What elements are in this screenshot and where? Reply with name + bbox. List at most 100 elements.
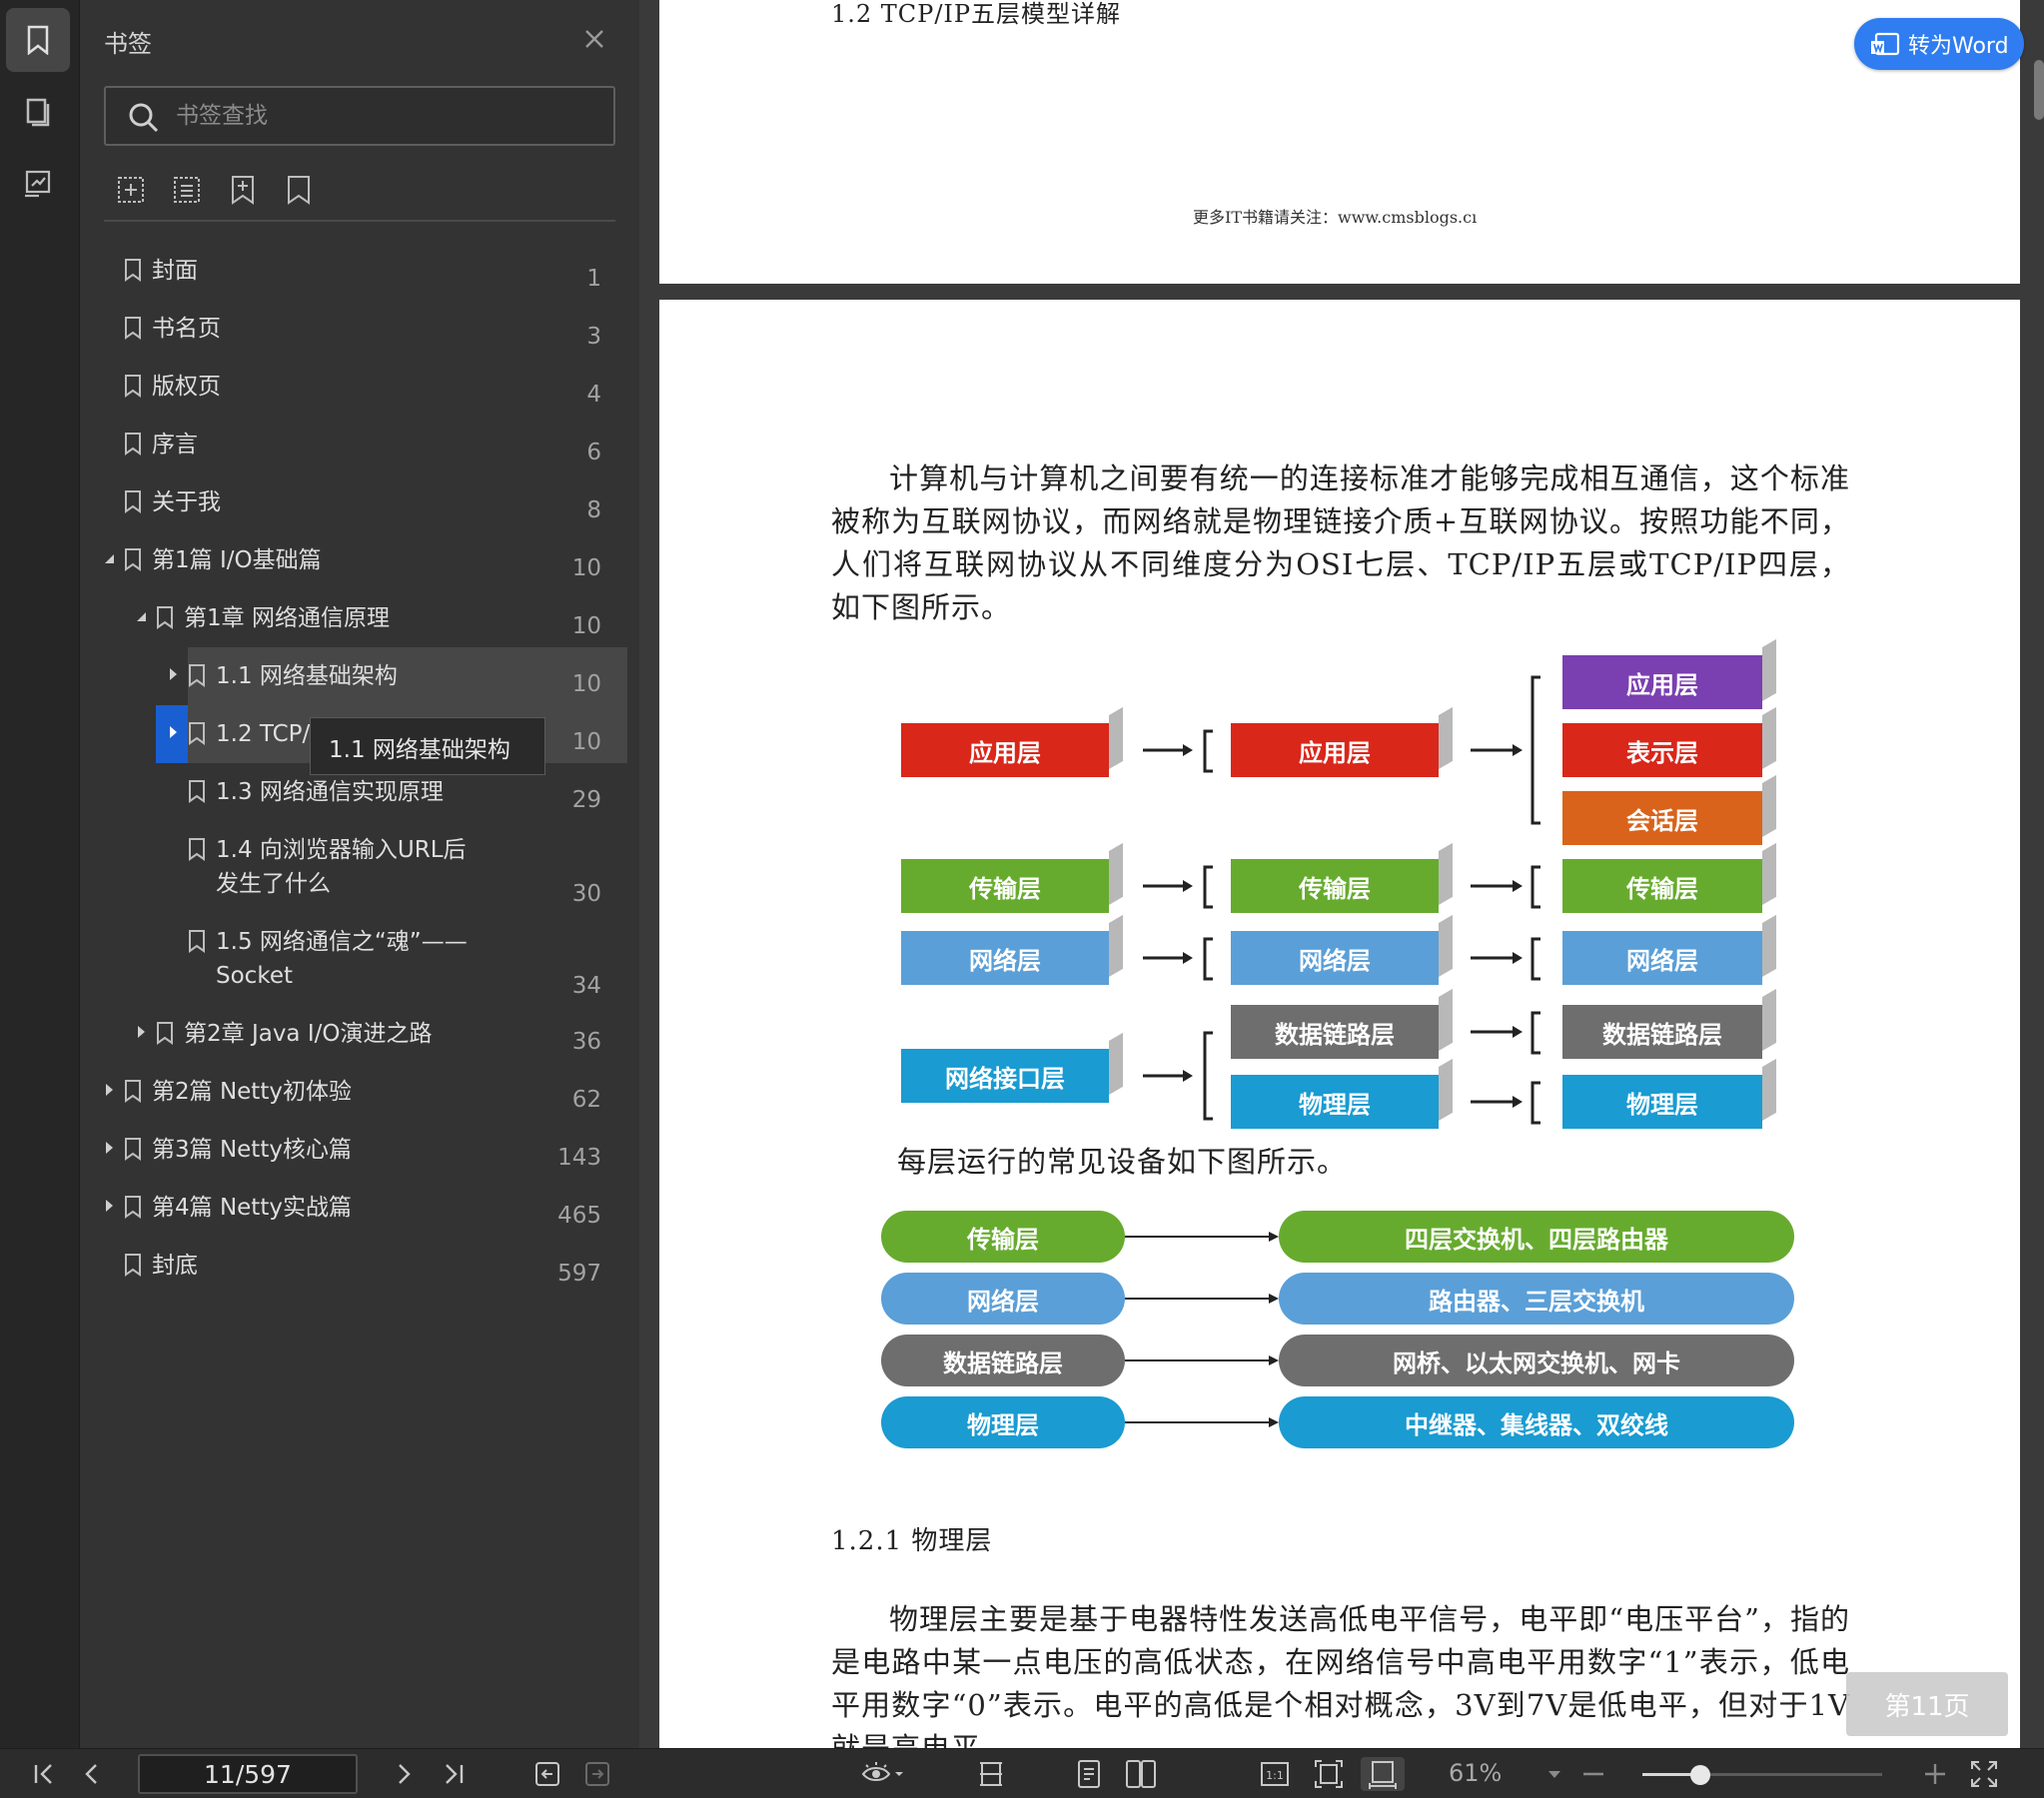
annotation-tab-icon[interactable] xyxy=(6,152,70,216)
bookmark-item[interactable]: 1.4 向浏览器输入URL后 发生了什么 30 xyxy=(80,833,627,917)
bookmark-item[interactable]: 版权页 4 xyxy=(80,370,627,410)
bookmark-item[interactable]: 第2篇 Netty初体验 62 xyxy=(80,1075,627,1115)
bookmark-label: 1.2 TCP/ xyxy=(216,717,310,751)
thumbnail-tab-icon[interactable] xyxy=(6,80,70,144)
prev-page-icon[interactable] xyxy=(72,1757,112,1791)
bookmark-icon xyxy=(189,722,205,745)
bookmark-item[interactable]: 封面 1 xyxy=(80,254,627,294)
convert-to-word-button[interactable]: 转为Word xyxy=(1854,18,2024,70)
bookmark-icon xyxy=(189,780,205,803)
bookmark-item[interactable]: 序言 6 xyxy=(80,428,627,467)
zoom-out-icon[interactable] xyxy=(1578,1757,1608,1791)
word-convert-icon xyxy=(1871,32,1900,56)
collapse-all-icon[interactable] xyxy=(170,172,204,208)
bookmark-page-number: 10 xyxy=(571,671,601,697)
fit-page-icon[interactable] xyxy=(1309,1757,1349,1791)
bookmark-label-line: 封面 xyxy=(152,258,198,284)
page-10: 1.2 TCP/IP五层模型详解 更多IT书籍请关注：www.cmsblogs.… xyxy=(659,0,2020,284)
bookmark-search[interactable] xyxy=(104,86,615,146)
bookmark-icon xyxy=(189,930,205,953)
bookmark-icon xyxy=(125,375,141,398)
bookmark-label-line: 1.2 TCP/ xyxy=(216,721,311,747)
bookmark-tab-icon[interactable] xyxy=(6,8,70,72)
add-bookmark-icon[interactable] xyxy=(226,172,260,208)
panel-scroll-gutter[interactable] xyxy=(639,0,659,1748)
bookmark-item[interactable]: 关于我 8 xyxy=(80,485,627,525)
bookmark-item[interactable]: 书名页 3 xyxy=(80,312,627,352)
bookmark-page-number: 29 xyxy=(571,787,601,813)
bookmark-label-line: 发生了什么 xyxy=(216,871,331,897)
collapse-arrow-icon[interactable] xyxy=(134,609,148,623)
expand-all-icon[interactable] xyxy=(114,172,148,208)
bookmark-item[interactable]: 第3篇 Netty核心篇 143 xyxy=(80,1133,627,1173)
bookmark-label: 第2章 Java I/O演进之路 xyxy=(184,1017,432,1051)
bookmark-label: 版权页 xyxy=(152,370,221,404)
bookmark-label-line: 第2章 Java I/O演进之路 xyxy=(184,1021,433,1047)
bookmark-label-line: 书名页 xyxy=(152,316,221,342)
tooltip: 1.1 网络基础架构 xyxy=(310,717,545,775)
bookmark-item[interactable]: 第1篇 I/O基础篇 10 xyxy=(80,543,627,583)
bookmark-label: 书名页 xyxy=(152,312,221,346)
close-icon[interactable] xyxy=(577,22,611,56)
collapse-arrow-icon[interactable] xyxy=(102,551,116,565)
expand-arrow-icon[interactable] xyxy=(134,1025,148,1039)
zoom-slider[interactable] xyxy=(1642,1765,1882,1785)
bookmark-label: 序言 xyxy=(152,428,198,461)
expand-arrow-icon[interactable] xyxy=(102,1199,116,1213)
first-page-icon[interactable] xyxy=(24,1757,64,1791)
zoom-in-icon[interactable] xyxy=(1920,1757,1950,1791)
arrow-head xyxy=(1269,1232,1279,1242)
bookmark-item[interactable]: 第4篇 Netty实战篇 465 xyxy=(80,1191,627,1231)
expand-arrow-icon[interactable] xyxy=(166,667,180,681)
eye-care-icon[interactable] xyxy=(857,1757,907,1791)
bookmark-item[interactable]: 第2章 Java I/O演进之路 36 xyxy=(80,1017,627,1057)
bookmark-item[interactable]: 第1章 网络通信原理 10 xyxy=(80,601,627,641)
page-indicator-badge: 第11页 xyxy=(1846,1672,2008,1736)
expand-arrow-icon[interactable] xyxy=(102,1141,116,1155)
bookmark-page-number: 6 xyxy=(586,440,601,465)
fit-width-icon[interactable] xyxy=(1361,1757,1405,1791)
pdf-reader-window: 书签 封面 1 书名页 3 版权页 4 序言 6 关于我 8 第1篇 I/O基础篇 xyxy=(0,0,2044,1798)
bookmark-label-line: 关于我 xyxy=(152,489,221,515)
bookmark-page-number: 8 xyxy=(586,497,601,523)
bookmark-icon xyxy=(157,606,173,629)
bottom-toolbar: 1:1 61% xyxy=(0,1748,2044,1798)
bookmark-label-line: Socket xyxy=(216,963,293,989)
bookmark-icon xyxy=(157,1022,173,1045)
vertical-scrollbar[interactable] xyxy=(2034,60,2044,120)
next-page-icon[interactable] xyxy=(384,1757,424,1791)
bookmark-label-line: 序言 xyxy=(152,432,198,457)
fullscreen-icon[interactable] xyxy=(1964,1757,2004,1791)
scroll-mode-icon[interactable] xyxy=(971,1757,1011,1791)
bookmark-page-number: 10 xyxy=(571,613,601,639)
bookmark-label: 第2篇 Netty初体验 xyxy=(152,1075,352,1109)
search-input[interactable] xyxy=(176,100,595,132)
expand-arrow-icon[interactable] xyxy=(102,1083,116,1097)
bookmark-label: 1.3 网络通信实现原理 xyxy=(216,775,444,809)
document-viewport[interactable]: 1.2 TCP/IP五层模型详解 更多IT书籍请关注：www.cmsblogs.… xyxy=(659,0,2044,1748)
last-page-icon[interactable] xyxy=(434,1757,474,1791)
bookmark-icon[interactable] xyxy=(282,172,316,208)
zoom-level[interactable]: 61% xyxy=(1449,1759,1502,1787)
bookmark-item[interactable]: 1.5 网络通信之“魂”—— Socket 34 xyxy=(80,925,627,1009)
bookmark-icon xyxy=(125,1080,141,1103)
bookmark-page-number: 62 xyxy=(571,1087,601,1113)
double-page-icon[interactable] xyxy=(1121,1757,1161,1791)
bookmark-item[interactable]: 封底 597 xyxy=(80,1249,627,1289)
bookmark-label: 第3篇 Netty核心篇 xyxy=(152,1133,352,1167)
zoom-dropdown-icon[interactable] xyxy=(1542,1757,1566,1791)
page-number-input[interactable] xyxy=(138,1754,358,1794)
bookmark-item[interactable]: 1.3 网络通信实现原理 29 xyxy=(80,775,627,815)
bookmark-item[interactable]: 1.1 网络基础架构 10 xyxy=(80,659,627,699)
back-icon[interactable] xyxy=(527,1757,567,1791)
convert-to-word-label: 转为Word xyxy=(1908,34,2009,59)
expand-arrow-icon[interactable] xyxy=(166,725,180,739)
zoom-slider-knob[interactable] xyxy=(1689,1765,1710,1785)
bookmark-label: 第1篇 I/O基础篇 xyxy=(152,543,322,577)
arrow-head xyxy=(1269,1355,1279,1365)
actual-size-icon[interactable]: 1:1 xyxy=(1255,1757,1295,1791)
bookmark-page-number: 465 xyxy=(557,1203,601,1229)
forward-icon[interactable] xyxy=(577,1757,617,1791)
bookmark-label: 1.5 网络通信之“魂”—— Socket xyxy=(216,925,468,993)
single-page-icon[interactable] xyxy=(1069,1757,1109,1791)
